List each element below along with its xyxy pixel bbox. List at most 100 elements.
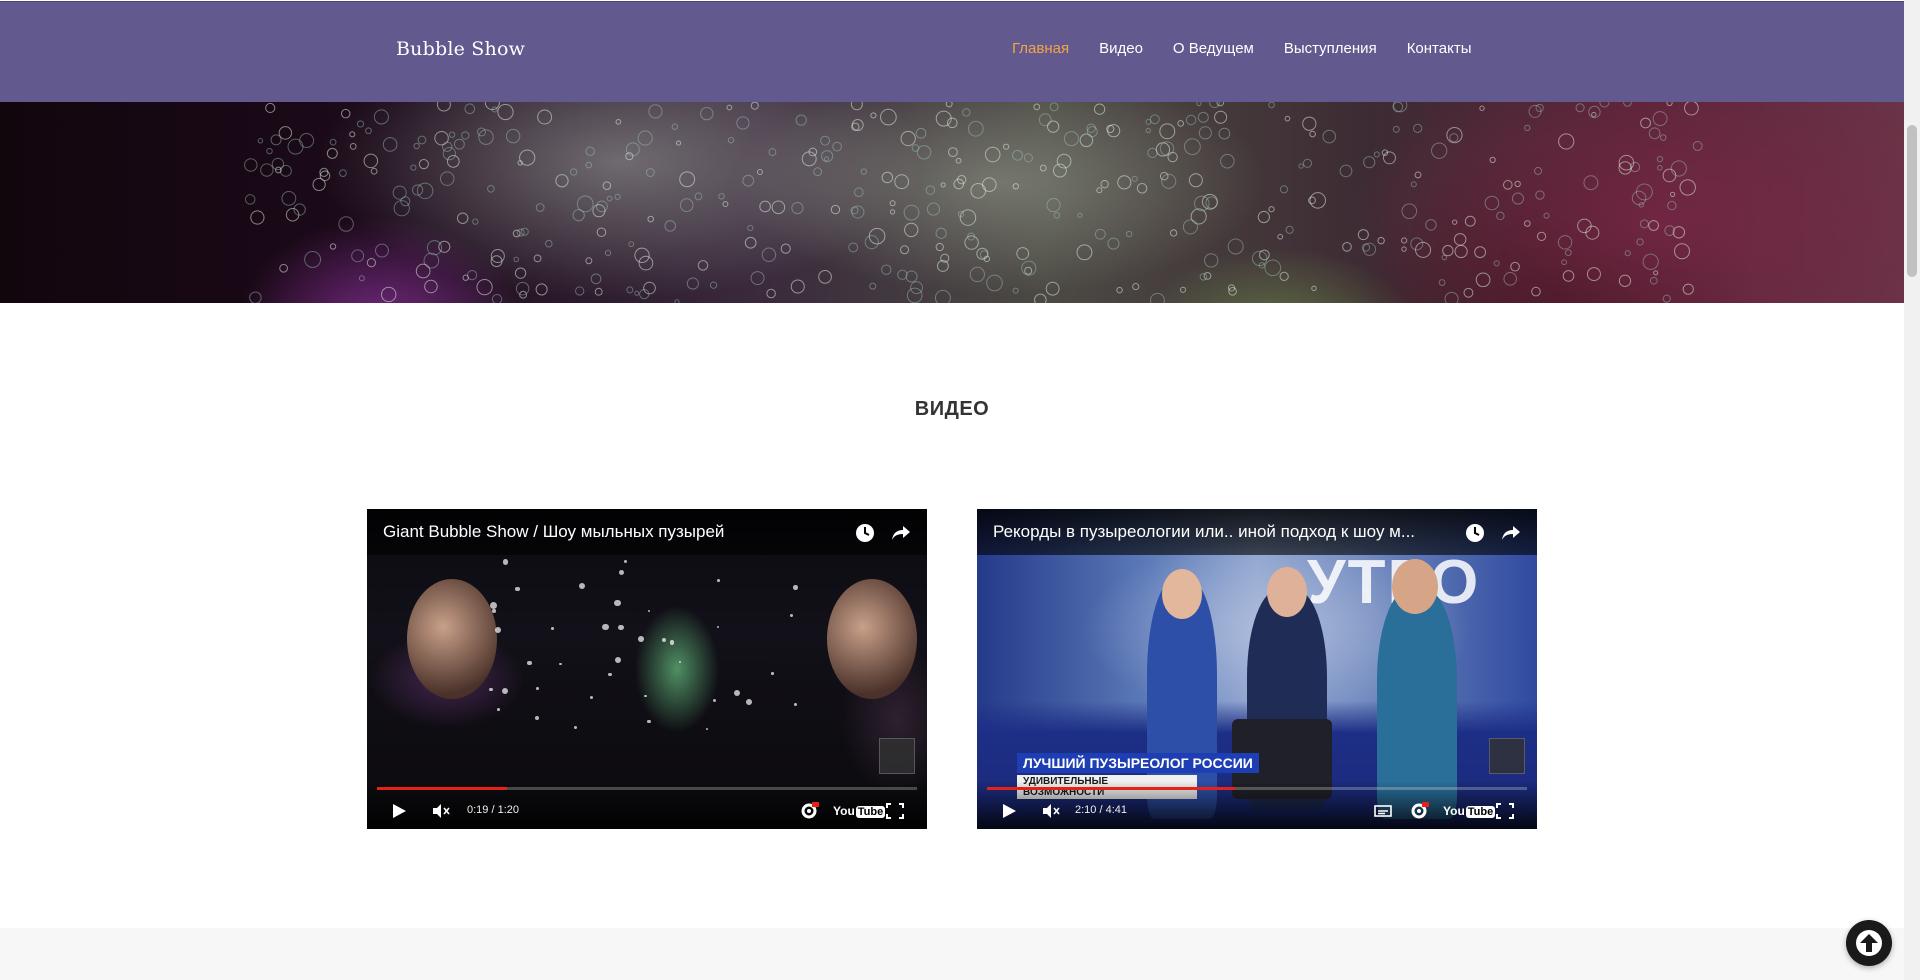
bubble [1623,102,1632,107]
clock-icon[interactable] [1465,523,1485,543]
bubble [726,104,733,111]
sparkle [712,698,717,703]
bubble [1558,133,1575,150]
bubble [1016,247,1030,260]
brand-logo[interactable]: Bubble Show [396,38,525,60]
bubble [516,228,525,237]
bubble [747,225,754,232]
gear-icon[interactable] [1409,802,1429,820]
bubble [279,263,288,273]
bubble [1410,181,1417,188]
bubble [1514,180,1521,188]
video-title[interactable]: Рекорды в пузыреологии или.. иной подход… [993,522,1415,542]
sparkle [716,579,720,583]
bubble [287,138,304,155]
clock-icon[interactable] [855,523,875,543]
bubble [647,215,655,223]
bubble [1024,266,1033,275]
nav-item-video[interactable]: Видео [1099,40,1143,57]
bubble [1179,286,1187,293]
page-scrollbar[interactable] [1904,0,1920,980]
video-title[interactable]: Giant Bubble Show / Шоу мыльных пузырей [383,522,724,542]
share-icon[interactable] [1501,523,1521,543]
bubble [279,164,292,177]
bubble [900,245,910,255]
video-player-2[interactable]: УТРО ЛУЧШИЙ ПУЗЫРЕОЛОГ РОССИИ УДИВИТЕЛЬН… [977,509,1537,829]
bubble [363,153,379,169]
gear-icon[interactable] [799,802,819,820]
bubble [537,109,553,125]
presenter-woman-head [1162,569,1202,619]
bubble [1077,212,1083,218]
fullscreen-icon[interactable] [885,802,905,820]
nav-item-about-host[interactable]: О Ведущем [1173,40,1254,57]
play-icon[interactable] [389,802,409,820]
bubble [1131,175,1138,182]
bubble [1190,208,1207,225]
bubble [1583,175,1599,191]
bubble [615,118,622,125]
channel-watermark[interactable] [1489,738,1525,774]
bubble [1033,103,1041,111]
share-icon[interactable] [891,523,911,543]
bubble [365,127,372,135]
bubble [1227,238,1244,255]
bubble [257,138,264,144]
channel-watermark[interactable] [879,738,915,774]
arrow-up-icon [1856,930,1882,956]
bubble [436,102,451,112]
bubble [1667,200,1677,211]
bubble [1076,244,1093,261]
bubble [585,146,595,156]
nav-item-home[interactable]: Главная [1012,40,1069,57]
mute-icon[interactable] [1041,802,1061,820]
video-progress-bar[interactable] [987,787,1527,790]
youtube-logo[interactable]: You Tube [1443,804,1496,818]
bubble [1618,274,1632,287]
bubble [533,254,542,263]
back-to-top-button[interactable] [1846,920,1892,966]
subtitles-icon[interactable] [1373,802,1393,820]
lower-third-headline: ЛУЧШИЙ ПУЗЫРЕОЛОГ РОССИИ [1017,753,1259,773]
mute-icon[interactable] [431,802,451,820]
scrollbar-thumb[interactable] [1907,125,1917,277]
bubble [497,103,514,121]
nav-item-performances[interactable]: Выступления [1284,40,1377,57]
bubble [590,273,602,285]
bubble [880,108,897,126]
youtube-logo[interactable]: You Tube [833,804,886,818]
play-icon[interactable] [999,802,1019,820]
video-progress-bar[interactable] [377,787,917,790]
bubble [1094,228,1106,240]
sparkle [618,570,624,576]
bubble [446,155,460,168]
bubble [934,289,951,303]
sparkle [489,687,493,692]
bubble [299,133,315,149]
bubble [1149,114,1160,125]
video-player-1[interactable]: Giant Bubble Show / Шоу мыльных пузырей … [367,509,927,829]
bubble [464,103,476,115]
bubble [1682,283,1694,295]
bubble [392,185,407,200]
bubble [962,108,971,117]
bubble [1536,231,1547,242]
bubble [505,128,521,144]
bubble [824,156,830,162]
bubble [265,102,276,114]
fullscreen-icon[interactable] [1495,802,1515,820]
bubble [1414,171,1422,179]
bubble [1670,160,1687,177]
bubble [1218,127,1231,140]
bubble [1479,105,1485,111]
bubble [905,270,918,283]
bubble [1561,259,1568,266]
nav-item-contacts[interactable]: Контакты [1407,40,1472,57]
sparkle [613,599,621,607]
bubble [1182,219,1198,235]
bubble [380,286,397,303]
sparkle [496,708,500,711]
bubble [1642,253,1659,270]
bubble [1444,291,1459,303]
bubble [1453,233,1467,246]
